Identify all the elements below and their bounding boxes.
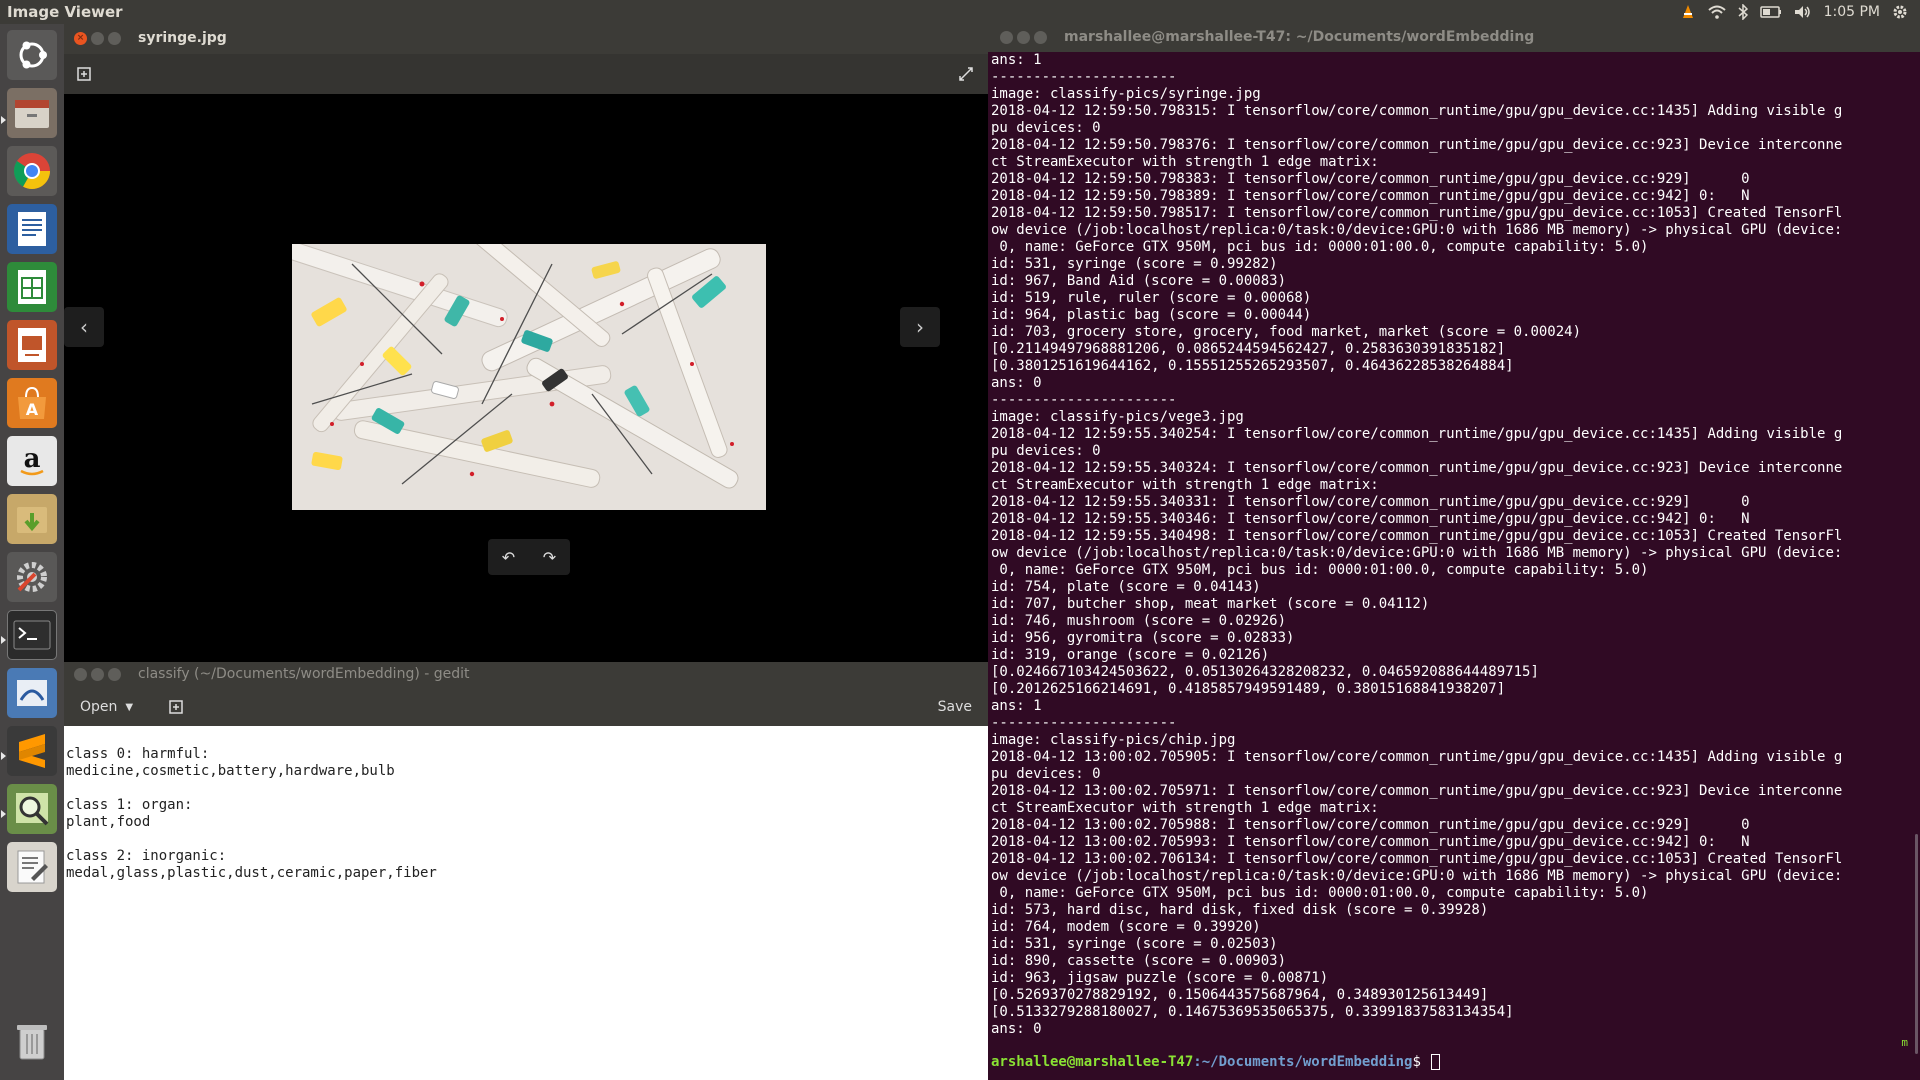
chrome-icon[interactable]: [7, 146, 57, 196]
gedit-icon[interactable]: [7, 842, 57, 892]
image-viewer-window: × syringe.jpg ‹ › ↶ ↷: [64, 24, 988, 662]
maximize-button[interactable]: [108, 668, 121, 681]
trash-icon[interactable]: [7, 1016, 57, 1066]
svg-text:A: A: [26, 400, 39, 419]
image-stage: ‹ › ↶ ↷: [64, 94, 988, 662]
terminal-prompt[interactable]: arshallee@marshallee-T47:~/Documents/wor…: [991, 1054, 1441, 1071]
active-app-name: Image Viewer: [7, 3, 123, 21]
image-viewer-icon[interactable]: [7, 784, 57, 834]
software-center-icon[interactable]: A: [7, 378, 57, 428]
chevron-right-icon: ›: [916, 315, 924, 339]
close-button[interactable]: [74, 668, 87, 681]
minimize-button[interactable]: [1017, 31, 1030, 44]
viewer-toolbar: [64, 54, 988, 94]
launcher: A a: [0, 24, 64, 1080]
gallery-toggle-icon[interactable]: [76, 66, 92, 86]
terminal-titlebar[interactable]: marshallee@marshallee-T47: ~/Documents/w…: [988, 24, 1920, 52]
sublime-text-icon[interactable]: [7, 726, 57, 776]
clock[interactable]: 1:05 PM: [1824, 4, 1880, 20]
gedit-toolbar: Open ▼ Save: [64, 688, 988, 726]
ubuntu-dash-icon[interactable]: [7, 30, 57, 80]
prompt-path: :~/Documents/wordEmbedding: [1193, 1054, 1413, 1070]
gedit-window: classify (~/Documents/wordEmbedding) - g…: [64, 662, 988, 1080]
top-panel: Image Viewer 1:05 PM: [0, 0, 1920, 24]
chevron-left-icon: ‹: [80, 315, 88, 339]
text-cursor: [1431, 1054, 1441, 1070]
minimize-button[interactable]: [91, 32, 104, 45]
volume-icon[interactable]: [1794, 5, 1812, 19]
rotate-controls: ↶ ↷: [488, 539, 570, 575]
bluetooth-icon[interactable]: [1738, 4, 1748, 20]
gedit-titlebar[interactable]: classify (~/Documents/wordEmbedding) - g…: [64, 662, 988, 688]
system-tray: 1:05 PM: [1680, 0, 1920, 24]
vlc-icon[interactable]: [1680, 4, 1696, 20]
rotate-left-icon[interactable]: ↶: [502, 548, 515, 567]
rotate-right-icon[interactable]: ↷: [543, 548, 556, 567]
open-label: Open: [80, 699, 118, 715]
syringe-photo: [292, 244, 766, 510]
terminal-window: marshallee@marshallee-T47: ~/Documents/w…: [988, 24, 1920, 1080]
battery-icon[interactable]: [1759, 6, 1782, 18]
window-title: classify (~/Documents/wordEmbedding) - g…: [138, 666, 470, 682]
files-icon[interactable]: [7, 88, 57, 138]
text-editor[interactable]: class 0: harmful: medicine,cosmetic,batt…: [66, 746, 437, 882]
next-image-button[interactable]: ›: [900, 307, 940, 347]
terminal-scrollbar[interactable]: [1915, 834, 1918, 1054]
previous-image-button[interactable]: ‹: [64, 307, 104, 347]
close-button[interactable]: [1000, 31, 1013, 44]
writer-icon[interactable]: [7, 204, 57, 254]
terminal-icon[interactable]: [7, 610, 57, 660]
maximize-button[interactable]: [1034, 31, 1047, 44]
svg-text:a: a: [24, 444, 41, 474]
archive-icon[interactable]: [7, 494, 57, 544]
window-title: syringe.jpg: [138, 30, 227, 46]
save-button[interactable]: Save: [932, 694, 978, 720]
minimize-button[interactable]: [91, 668, 104, 681]
viewer-titlebar[interactable]: × syringe.jpg: [64, 24, 988, 54]
prompt-dollar: $: [1412, 1054, 1430, 1070]
close-button[interactable]: ×: [74, 32, 87, 45]
new-document-icon[interactable]: [162, 694, 190, 720]
impress-icon[interactable]: [7, 320, 57, 370]
calc-icon[interactable]: [7, 262, 57, 312]
document-viewer-icon[interactable]: [7, 668, 57, 718]
system-settings-icon[interactable]: [7, 552, 57, 602]
terminal-output[interactable]: ans: 1 ---------------------- image: cla…: [991, 52, 1911, 1078]
fullscreen-icon[interactable]: [958, 66, 974, 86]
settings-gear-icon[interactable]: [1892, 4, 1908, 20]
wifi-icon[interactable]: [1707, 5, 1726, 19]
prompt-userhost: arshallee@marshallee-T47: [991, 1054, 1194, 1070]
maximize-button[interactable]: [108, 32, 121, 45]
amazon-icon[interactable]: a: [7, 436, 57, 486]
terminal-badge: m: [1901, 1036, 1908, 1049]
window-title: marshallee@marshallee-T47: ~/Documents/w…: [1064, 29, 1535, 45]
open-button[interactable]: Open ▼: [72, 694, 141, 720]
chevron-down-icon: ▼: [125, 701, 134, 713]
